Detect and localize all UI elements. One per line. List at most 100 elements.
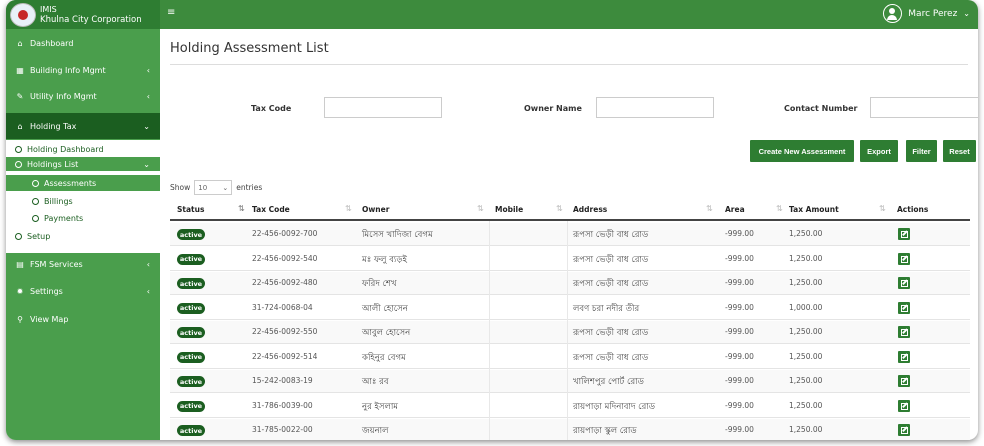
edit-icon[interactable] bbox=[898, 350, 910, 363]
chevron-down-icon: ⌄ bbox=[222, 183, 229, 192]
owner-name-label: Owner Name bbox=[524, 104, 582, 113]
cell-tax-amount: 1,250.00 bbox=[789, 425, 823, 434]
cell-tax-amount: 1,250.00 bbox=[789, 253, 823, 263]
table-row: active 31-786-0039-00 নুর ইসলাম রায়পাড়া ম… bbox=[170, 395, 970, 418]
entries-select[interactable]: 10 ⌄ bbox=[194, 180, 233, 195]
sidebar-item-label: Settings bbox=[30, 286, 63, 296]
city-logo-icon bbox=[10, 2, 36, 27]
table-row: active 22-456-0092-550 আবুল হোসেন রূপসা ভেড… bbox=[170, 321, 970, 344]
create-assessment-button[interactable]: Create New Assessment bbox=[750, 140, 854, 162]
sidebar-item-utility-info[interactable]: ✎ Utility Info Mgmt ‹ bbox=[6, 88, 160, 104]
user-menu[interactable]: Marc Perez ⌄ bbox=[883, 4, 970, 23]
sidebar-item-building-info[interactable]: ▦ Building Info Mgmt ‹ bbox=[6, 62, 160, 78]
chevron-down-icon: ⌄ bbox=[143, 121, 150, 131]
sidebar-item-settings[interactable]: ✹ Settings ‹ bbox=[6, 283, 160, 299]
cell-address: রায়পাড়া স্কুল রোড bbox=[573, 426, 637, 436]
sidebar-item-label: View Map bbox=[30, 314, 69, 324]
table-row: active 31-785-0022-00 জয়নাল রায়পাড়া স্কু… bbox=[170, 419, 970, 440]
col-tax-amount[interactable]: Tax Amount bbox=[789, 205, 839, 214]
sidebar-item-fsm-services[interactable]: ▤ FSM Services ‹ bbox=[6, 256, 160, 272]
file-icon: ▤ bbox=[16, 259, 24, 269]
edit-icon[interactable] bbox=[898, 301, 910, 314]
cell-address: লবণ চরা নদীর তীর bbox=[573, 303, 640, 314]
sidebar-item-dashboard[interactable]: ⌂ Dashboard bbox=[6, 35, 160, 51]
edit-icon[interactable] bbox=[898, 277, 910, 289]
cell-tax-amount: 1,250.00 bbox=[789, 376, 823, 385]
sort-icon[interactable]: ⇅ bbox=[477, 204, 484, 213]
edit-icon[interactable] bbox=[898, 326, 910, 338]
sidebar-item-setup[interactable]: Setup bbox=[15, 230, 50, 243]
sidebar-item-label: Holding Tax bbox=[30, 121, 77, 131]
status-badge: active bbox=[177, 351, 205, 363]
status-badge: active bbox=[177, 400, 205, 412]
table-row: active 22-456-0092-514 কহিনুর বেগম রূপসা ভে… bbox=[170, 346, 970, 369]
sort-icon[interactable]: ⇅ bbox=[345, 204, 352, 213]
cell-address: রূপসা ভেড়ী বাধ রোড bbox=[573, 230, 649, 240]
edit-icon[interactable] bbox=[898, 252, 910, 265]
edit-icon[interactable] bbox=[898, 399, 910, 412]
cell-owner: মঃ ফলু ব্যড়ই bbox=[362, 254, 407, 265]
owner-name-input[interactable] bbox=[596, 97, 714, 118]
cell-tax-code: 31-785-0022-00 bbox=[252, 425, 313, 434]
sidebar-item-holding-dashboard[interactable]: Holding Dashboard bbox=[15, 143, 104, 156]
edit-icon[interactable] bbox=[898, 228, 910, 240]
status-badge: active bbox=[177, 327, 205, 338]
contact-number-label: Contact Number bbox=[784, 104, 858, 113]
sidebar-item-payments[interactable]: Payments bbox=[32, 212, 83, 225]
cell-owner: আলী হোসেন bbox=[362, 303, 408, 314]
reset-button[interactable]: Reset bbox=[943, 140, 976, 162]
cell-address: রূপসা ভেড়ী বাধ রোড bbox=[573, 279, 649, 289]
chevron-left-icon: ‹ bbox=[146, 91, 150, 101]
status-badge: active bbox=[177, 302, 205, 314]
cell-tax-code: 15-242-0083-19 bbox=[252, 376, 313, 385]
contact-number-input[interactable] bbox=[870, 97, 978, 118]
sort-icon[interactable]: ⇅ bbox=[238, 204, 245, 213]
filter-button[interactable]: Filter bbox=[906, 140, 937, 162]
sort-icon[interactable]: ⇅ bbox=[706, 204, 713, 213]
circle-icon bbox=[15, 233, 22, 240]
sidebar-item-label: Utility Info Mgmt bbox=[30, 91, 97, 101]
cell-tax-code: 22-456-0092-514 bbox=[252, 351, 318, 361]
col-mobile[interactable]: Mobile bbox=[495, 205, 523, 214]
cell-area: -999.00 bbox=[725, 302, 754, 312]
col-owner[interactable]: Owner bbox=[362, 205, 389, 214]
cell-area: -999.00 bbox=[725, 351, 754, 361]
col-status[interactable]: Status bbox=[177, 205, 204, 214]
cell-address: রূপসা ভেড়ী বাধ রোড bbox=[573, 254, 649, 265]
chevron-down-icon: ⌄ bbox=[963, 9, 970, 18]
sort-icon[interactable]: ⇅ bbox=[776, 204, 783, 213]
cell-area: -999.00 bbox=[725, 400, 754, 410]
edit-icon[interactable] bbox=[898, 424, 910, 436]
status-badge: active bbox=[177, 278, 205, 289]
tax-code-label: Tax Code bbox=[251, 104, 292, 113]
sidebar-item-holdings-list[interactable]: Holdings List ⌄ bbox=[6, 157, 160, 171]
cell-tax-code: 31-724-0068-04 bbox=[252, 302, 313, 312]
sidebar-item-holding-tax[interactable]: ⌂ Holding Tax ⌄ bbox=[6, 113, 160, 139]
menu-toggle-icon[interactable]: ≡ bbox=[167, 7, 175, 18]
map-pin-icon: ⚲ bbox=[17, 314, 23, 324]
entries-length-control: Show 10 ⌄ entries bbox=[170, 180, 262, 195]
col-tax-code[interactable]: Tax Code bbox=[252, 205, 290, 214]
circle-icon bbox=[32, 179, 39, 187]
cell-tax-amount: 1,250.00 bbox=[789, 229, 823, 238]
col-area[interactable]: Area bbox=[725, 205, 745, 214]
cell-area: -999.00 bbox=[725, 376, 754, 385]
export-button[interactable]: Export bbox=[860, 140, 898, 162]
page-title: Holding Assessment List bbox=[170, 41, 329, 56]
sidebar-item-billings[interactable]: Billings bbox=[32, 195, 73, 208]
sidebar-item-view-map[interactable]: ⚲ View Map bbox=[6, 311, 160, 327]
sort-icon[interactable]: ⇅ bbox=[879, 204, 886, 213]
sidebar: ⌂ Dashboard ▦ Building Info Mgmt ‹ ✎ Uti… bbox=[6, 29, 160, 440]
table-row: active 22-456-0092-480 ফরিদ শেখ রূপসা ভেড়ী… bbox=[170, 272, 970, 295]
col-address[interactable]: Address bbox=[573, 205, 607, 214]
home-icon: ⌂ bbox=[17, 38, 23, 48]
edit-icon[interactable] bbox=[898, 375, 910, 387]
tax-code-input[interactable] bbox=[324, 97, 442, 118]
status-badge: active bbox=[177, 425, 205, 436]
home-icon: ⌂ bbox=[17, 121, 23, 131]
brand[interactable]: IMIS Khulna City Corporation bbox=[6, 0, 160, 29]
sort-icon[interactable]: ⇅ bbox=[556, 204, 563, 213]
cell-owner: মিসেস খাদিজা বেগম bbox=[362, 230, 433, 240]
sidebar-item-assessments[interactable]: Assessments bbox=[6, 175, 160, 191]
status-badge: active bbox=[177, 376, 205, 387]
